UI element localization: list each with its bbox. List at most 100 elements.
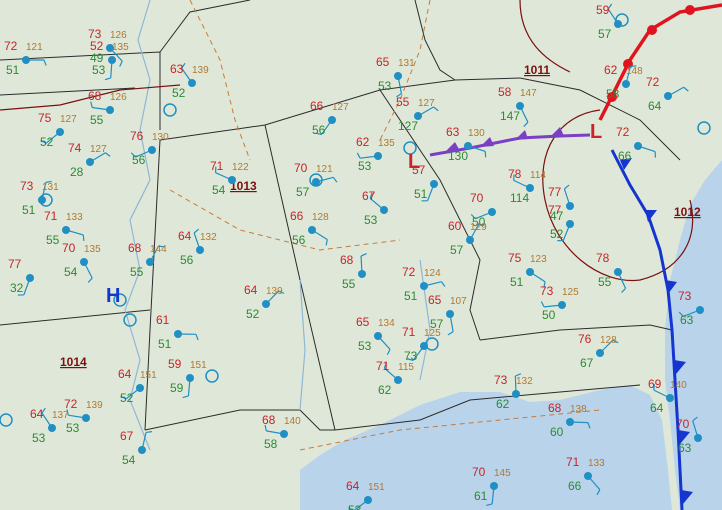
station-pressure: 125 (562, 287, 579, 298)
station-dewpoint: 51 (510, 275, 524, 289)
station-plot: 62 135 53 (356, 135, 395, 173)
station-model-icon (394, 72, 402, 80)
station-temperature: 64 (244, 283, 258, 297)
station-temperature: 75 (38, 111, 52, 125)
station-model-icon (38, 196, 46, 204)
station-pressure: 151 (368, 482, 385, 493)
station-pressure: 139 (266, 286, 283, 297)
station-model-icon (414, 112, 422, 120)
station-dewpoint: 32 (10, 281, 24, 295)
station-model-icon (328, 116, 336, 124)
station-temperature: 76 (130, 129, 144, 143)
station-pressure: 126 (110, 92, 127, 103)
station-temperature: 65 (356, 315, 370, 329)
station-dewpoint: 73 (404, 349, 418, 363)
wind-barb-icon (564, 184, 570, 190)
station-temperature: 70 (472, 465, 486, 479)
station-pressure: 122 (232, 162, 249, 173)
station-dewpoint: 127 (398, 119, 418, 133)
station-temperature: 65 (428, 293, 442, 307)
station-pressure: 133 (66, 212, 83, 223)
wind-barb-icon (104, 77, 111, 81)
station-temperature: 61 (156, 313, 170, 327)
station-pressure: 127 (90, 144, 107, 155)
station-model-icon (138, 446, 146, 454)
station-dewpoint: 52 (120, 391, 134, 405)
wind-barb-icon (683, 86, 689, 92)
station-temperature: 75 (508, 251, 522, 265)
station-temperature: 59 (596, 3, 610, 17)
station-temperature: 63 (446, 125, 460, 139)
station-plot: 68 140 58 (262, 413, 301, 451)
station-pressure: 133 (588, 458, 605, 469)
station-temperature: 64 (30, 407, 44, 421)
station-dewpoint: 53 (32, 431, 46, 445)
station-pressure: 131 (42, 182, 59, 193)
station-temperature: 77 (548, 185, 562, 199)
station-dewpoint: 51 (22, 203, 36, 217)
station-model-icon (466, 236, 474, 244)
station-temperature: 72 (646, 75, 660, 89)
station-model-icon (512, 390, 520, 398)
station-model-icon (380, 206, 388, 214)
station-pressure: 124 (424, 268, 441, 279)
station-pressure: 114 (530, 170, 546, 181)
station-dewpoint: 50 (542, 308, 556, 322)
wind-barb-icon (440, 281, 446, 287)
station-pressure: 128 (312, 212, 329, 223)
sky-cover-circle-icon (697, 121, 711, 135)
station-dewpoint: 55 (90, 113, 104, 127)
station-model-icon (584, 472, 592, 480)
station-temperature: 59 (168, 357, 182, 371)
station-model-icon (86, 158, 94, 166)
station-pressure: 135 (84, 244, 101, 255)
station-model-icon (262, 300, 270, 308)
isobar-label: 1012 (674, 205, 701, 219)
station-model-icon (634, 142, 642, 150)
station-plot: 78 55 (596, 251, 622, 289)
station-pressure: 145 (494, 468, 511, 479)
station-plot: 64 132 56 (178, 229, 217, 267)
station-model-icon (374, 152, 382, 160)
station-dewpoint: 51 (6, 63, 20, 77)
station-model-icon (136, 384, 144, 392)
station-dewpoint: 52 (246, 307, 260, 321)
station-temperature: 68 (548, 401, 562, 415)
station-temperature: 62 (604, 63, 618, 77)
station-pressure: 123 (530, 254, 547, 265)
station-pressure: 115 (398, 362, 414, 373)
station-pressure: 128 (600, 335, 617, 346)
station-plot: 61 51 (156, 313, 182, 351)
station-model-icon (694, 434, 702, 442)
station-temperature: 73 (494, 373, 508, 387)
station-temperature: 71 (566, 455, 580, 469)
station-model-icon (488, 208, 496, 216)
station-model-icon (358, 270, 366, 278)
wind-barb-icon (360, 253, 367, 257)
station-dewpoint: 56 (132, 153, 146, 167)
station-dewpoint: 60 (550, 425, 564, 439)
front-triangle-icon (515, 130, 528, 140)
station-model-icon (596, 349, 604, 357)
wind-barb-icon (119, 60, 123, 67)
station-pressure: 130 (468, 128, 485, 139)
wind-barb-icon (193, 228, 200, 234)
station-pressure: 144 (150, 244, 167, 255)
station-temperature: 55 (396, 95, 410, 109)
station-dewpoint: 62 (496, 397, 510, 411)
wind-barb-icon (182, 395, 189, 399)
station-model-icon (312, 178, 320, 186)
station-plot: 65 134 53 (356, 315, 395, 353)
station-model-icon (464, 142, 472, 150)
station-dewpoint: 114 (510, 191, 529, 205)
station-dewpoint: 130 (448, 149, 468, 163)
station-temperature: 67 (362, 189, 376, 203)
station-model-icon (430, 180, 438, 188)
wind-barb-icon (621, 287, 627, 294)
station-model-icon (374, 332, 382, 340)
station-dewpoint: 55 (46, 233, 60, 247)
station-plot: 67 54 (120, 429, 146, 467)
isobars (0, 0, 694, 282)
station-plot: 68 55 (340, 253, 366, 291)
surface-weather-map: L L H 1011 1013 1014 1012 72 121 51 73 126 49… (0, 0, 722, 510)
